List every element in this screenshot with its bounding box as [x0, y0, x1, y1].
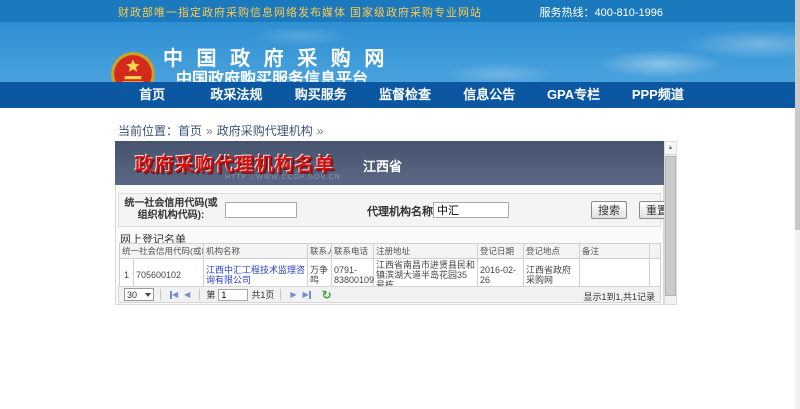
- refresh-icon[interactable]: ↻: [322, 289, 332, 301]
- credit-code-label: 统一社会信用代码(或组织机构代码):: [121, 198, 221, 222]
- agency-name-input[interactable]: [433, 202, 509, 218]
- col-header-phone: 联系电话: [332, 244, 374, 259]
- col-header-reg-date: 登记日期: [478, 244, 524, 259]
- col-header-empty: [650, 244, 661, 259]
- banner-title: 政府采购代理机构名单: [135, 150, 335, 177]
- pager-divider: [160, 289, 161, 300]
- credit-code-input[interactable]: [225, 202, 297, 218]
- nav-item-purchase-services[interactable]: 购买服务: [279, 82, 363, 108]
- top-bar: 财政部唯一指定政府采购信息网络发布媒体 国家级政府采购专业网站 服务热线：400…: [0, 0, 800, 22]
- banner-region: 江西省: [363, 156, 402, 175]
- site-header: 中 国 政 府 采 购 网 中国政府购买服务信息平台 www.ccgp.gov.…: [0, 22, 800, 82]
- agency-table: 统一社会信用代码(或组织机构代码) 机构名称 联系人 联系电话 注册地址 登记日…: [119, 243, 661, 292]
- frame-scrollbar[interactable]: ▲: [664, 141, 677, 305]
- service-hotline: 服务热线：400-810-1996: [539, 4, 663, 20]
- last-page-icon[interactable]: ▶: [303, 290, 311, 299]
- breadcrumb: 当前位置：首页 » 政府采购代理机构 »: [118, 122, 327, 139]
- col-header-reg-place: 登记地点: [524, 244, 580, 259]
- content-panel: 统一社会信用代码(或组织机构代码): 代理机构名称： 搜索 重置 网上登记名单 …: [115, 185, 664, 305]
- pagination-bar: 30 ◀ ◀ 第 共1页 ▶ ▶ ↻ 显示1到1,共1记录: [118, 286, 661, 303]
- nav-item-ppp[interactable]: PPP频道: [616, 82, 700, 108]
- col-header-contact: 联系人: [308, 244, 332, 259]
- nav-item-announcements[interactable]: 信息公告: [447, 82, 531, 108]
- nav-item-home[interactable]: 首页: [110, 82, 194, 108]
- nav-item-supervision[interactable]: 监督检查: [363, 82, 447, 108]
- pager-divider: [280, 289, 281, 300]
- table-header-row: 统一社会信用代码(或组织机构代码) 机构名称 联系人 联系电话 注册地址 登记日…: [120, 244, 661, 259]
- banner-small-url: HTTP://WWW.CCGP.GOV.CN: [225, 174, 341, 181]
- page-prefix-label: 第: [206, 288, 215, 301]
- current-page-input[interactable]: [218, 289, 248, 301]
- breadcrumb-home-link[interactable]: 首页: [178, 124, 202, 138]
- col-header-remark: 备注: [580, 244, 650, 259]
- prev-page-icon[interactable]: ◀: [184, 290, 190, 299]
- page-scrollbar[interactable]: [795, 0, 800, 409]
- chevron-down-icon: [145, 293, 151, 297]
- page: 财政部唯一指定政府采购信息网络发布媒体 国家级政府采购专业网站 服务热线：400…: [0, 0, 800, 409]
- org-name-link[interactable]: 江西中汇工程技术监理咨询有限公司: [206, 265, 305, 285]
- breadcrumb-separator: »: [317, 124, 324, 138]
- page-scrollbar-thumb[interactable]: [795, 0, 800, 230]
- main-nav: 首页 政采法规 购买服务 监督检查 信息公告 GPA专栏 PPP频道: [0, 82, 800, 108]
- pager-divider: [199, 289, 200, 300]
- col-header-credit-code: 统一社会信用代码(或组织机构代码): [120, 244, 204, 259]
- nav-item-regulations[interactable]: 政采法规: [194, 82, 278, 108]
- next-page-icon[interactable]: ▶: [290, 290, 296, 299]
- first-page-icon[interactable]: ◀: [170, 290, 178, 299]
- site-tagline: 财政部唯一指定政府采购信息网络发布媒体 国家级政府采购专业网站: [118, 4, 482, 20]
- search-form: 统一社会信用代码(或组织机构代码): 代理机构名称： 搜索 重置: [118, 193, 661, 227]
- nav-items: 首页 政采法规 购买服务 监督检查 信息公告 GPA专栏 PPP频道: [110, 82, 700, 108]
- breadcrumb-current-link[interactable]: 政府采购代理机构: [217, 124, 313, 138]
- search-button[interactable]: 搜索: [591, 201, 627, 219]
- section-banner: 政府采购代理机构名单 江西省 HTTP://WWW.CCGP.GOV.CN: [115, 141, 664, 185]
- scroll-up-arrow-icon[interactable]: ▲: [665, 142, 676, 155]
- breadcrumb-separator: »: [206, 124, 213, 138]
- total-pages-label: 共1页: [251, 288, 274, 301]
- page-size-select[interactable]: 30: [124, 288, 154, 301]
- nav-item-gpa[interactable]: GPA专栏: [531, 82, 615, 108]
- page-size-value: 30: [127, 290, 137, 300]
- col-header-address: 注册地址: [374, 244, 478, 259]
- breadcrumb-prefix: 当前位置：: [118, 124, 178, 138]
- records-summary: 显示1到1,共1记录: [583, 290, 655, 303]
- col-header-org-name: 机构名称: [204, 244, 308, 259]
- site-title: 中 国 政 府 采 购 网: [163, 48, 381, 70]
- frame-scrollbar-thumb[interactable]: [665, 156, 676, 296]
